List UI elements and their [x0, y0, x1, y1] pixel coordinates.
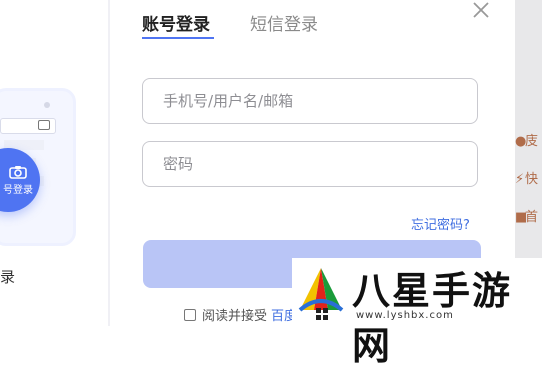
password-input[interactable]: [142, 141, 478, 187]
background-item: ●庋: [515, 134, 539, 149]
camera-icon: [38, 120, 50, 130]
phone-dot: [44, 102, 50, 108]
left-panel-text: 录: [0, 268, 16, 286]
account-input[interactable]: [142, 78, 478, 124]
watermark-url: www.lyshbx.com: [356, 310, 454, 321]
agreement-checkbox[interactable]: [184, 308, 196, 321]
camera-icon: [9, 165, 27, 179]
windows-icon: [316, 308, 328, 320]
qr-login-panel: 号登录 录: [0, 0, 110, 326]
forgot-password-link[interactable]: 忘记密码?: [411, 214, 470, 233]
tab-account-login[interactable]: 账号登录: [142, 10, 210, 35]
agreement-row: 阅读并接受 百度: [184, 305, 297, 324]
scan-login-label: 号登录: [3, 184, 33, 196]
site-watermark: 八星手游网 www.lyshbx.com: [292, 258, 542, 368]
close-icon[interactable]: [470, 0, 492, 22]
agreement-text: 阅读并接受: [202, 309, 268, 324]
tab-sms-login[interactable]: 短信登录: [250, 10, 318, 35]
background-item: ⚡快: [515, 172, 539, 187]
active-tab-indicator: [142, 37, 214, 39]
panel-divider: [108, 0, 110, 326]
background-item: ■首: [515, 210, 539, 225]
